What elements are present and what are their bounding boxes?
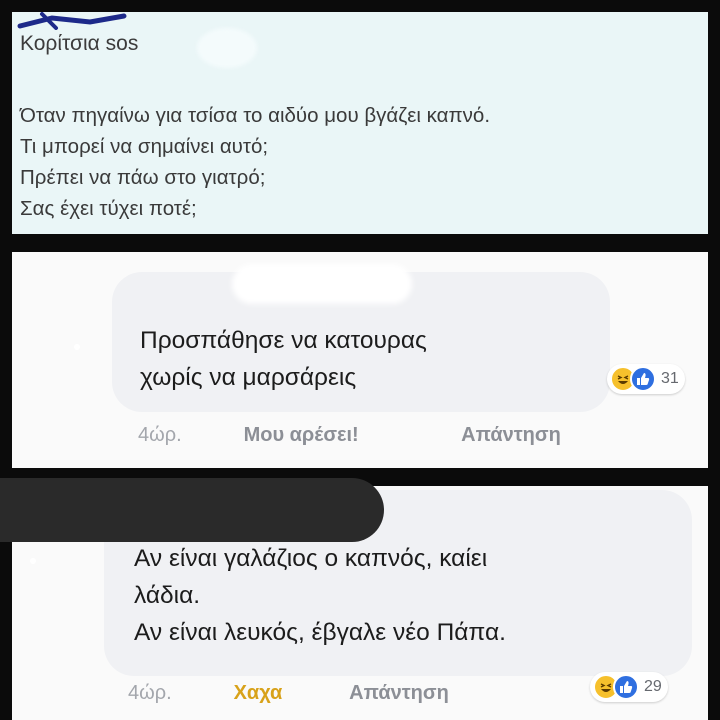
comment-line: λάδια. [134, 582, 201, 609]
comment-line: Προσπάθησε να κατουρας [140, 327, 427, 354]
reply-button[interactable]: Απάντηση [349, 682, 449, 705]
post-line: Τι μπορεί να σημαίνει αυτό; [20, 135, 269, 158]
comment-line: Αν είναι γαλάζιος ο καπνός, καίει [134, 545, 488, 572]
group-name[interactable]: Κορίτσια sos [20, 32, 138, 56]
comment-text: Προσπάθησε να κατουρας χωρίς να μαρσάρει… [140, 322, 427, 396]
reply-button[interactable]: Απάντηση [461, 424, 561, 447]
reaction-count: 31 [661, 370, 679, 387]
ink-scribble [17, 12, 127, 30]
like-icon [613, 674, 639, 700]
post-panel: Κορίτσια sos Όταν πηγαίνω για τσίσα το α… [12, 12, 708, 234]
avatar[interactable] [30, 558, 36, 564]
comment-panel: Προσπάθησε να κατουρας χωρίς να μαρσάρει… [12, 252, 708, 468]
post-line: Όταν πηγαίνω για τσίσα το αιδύο μου βγάζ… [20, 104, 491, 127]
comment-actions: 4ώρ. Χαχα Απάντηση [128, 682, 449, 705]
reaction-summary[interactable]: 31 [607, 364, 685, 394]
post-line: Σας έχει τύχει ποτέ; [20, 197, 197, 220]
comment-line: Αν είναι λευκός, έβγαλε νέο Πάπα. [134, 619, 506, 646]
like-icon [630, 366, 656, 392]
redaction-blur [197, 28, 257, 68]
comment-line: χωρίς να μαρσάρεις [140, 364, 357, 391]
post-body: Όταν πηγαίνω για τσίσα το αιδύο μου βγάζ… [20, 100, 490, 224]
reaction-summary[interactable]: 29 [590, 672, 668, 702]
redaction-blur [232, 264, 412, 304]
reaction-count: 29 [644, 678, 662, 695]
comment-timestamp[interactable]: 4ώρ. [138, 424, 238, 447]
avatar[interactable] [74, 344, 80, 350]
comment-text: Αν είναι γαλάζιος ο καπνός, καίει λάδια.… [134, 540, 506, 651]
haha-button[interactable]: Χαχα [234, 682, 344, 705]
post-line: Πρέπει να πάω στο γιατρό; [20, 166, 266, 189]
comment-timestamp[interactable]: 4ώρ. [128, 682, 228, 705]
comment-actions: 4ώρ. Μου αρέσει! Απάντηση [138, 424, 561, 447]
redaction-bar [0, 478, 384, 542]
like-button[interactable]: Μου αρέσει! [244, 424, 456, 447]
